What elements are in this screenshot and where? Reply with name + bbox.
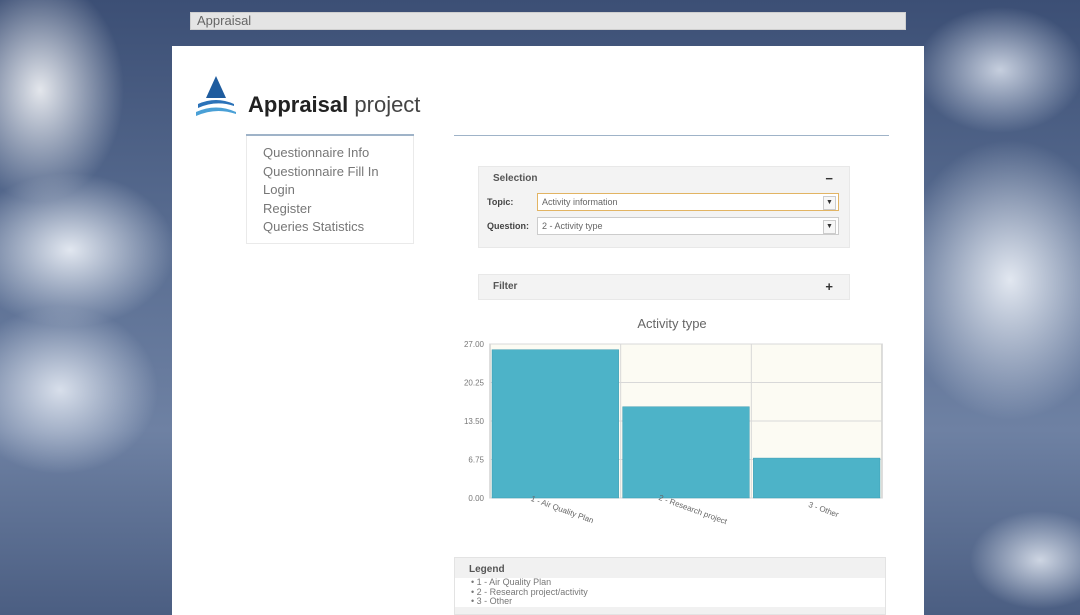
legend-item: 3 - Other <box>471 596 885 607</box>
y-tick-label: 20.25 <box>464 379 485 388</box>
filter-header[interactable]: Filter + <box>479 275 849 299</box>
brand-name-bold: Appraisal <box>248 92 349 117</box>
y-tick-label: 0.00 <box>468 494 484 503</box>
legend-panel: Legend 1 - Air Quality Plan 2 - Research… <box>454 557 886 615</box>
topic-select-value: Activity information <box>542 197 618 207</box>
nav-item-questionnaire-fill-in[interactable]: Questionnaire Fill In <box>247 163 413 182</box>
brand-name: Appraisal project <box>248 92 420 118</box>
logo-icon <box>196 76 236 116</box>
sidebar-nav: Questionnaire Info Questionnaire Fill In… <box>246 134 414 244</box>
question-label: Question: <box>487 221 529 231</box>
bar <box>622 406 750 499</box>
legend-item: 2 - Research project/activity <box>471 587 885 598</box>
question-select[interactable]: 2 - Activity type ▼ <box>537 217 839 235</box>
question-select-value: 2 - Activity type <box>542 221 603 231</box>
window-title-bar: Appraisal <box>190 12 906 30</box>
filter-title: Filter <box>493 281 518 292</box>
logo[interactable]: Appraisal project <box>192 72 442 122</box>
selection-panel: Selection − Topic: Activity information … <box>478 166 850 248</box>
x-tick-label: 1 - Air Quality Plan <box>530 494 595 525</box>
window-title: Appraisal <box>197 13 252 28</box>
main-panel: Appraisal project Questionnaire Info Que… <box>172 46 924 615</box>
y-tick-label: 27.00 <box>464 340 485 349</box>
filter-panel: Filter + <box>478 274 850 300</box>
legend-title: Legend <box>469 564 505 575</box>
topic-label: Topic: <box>487 197 514 207</box>
chevron-down-icon[interactable]: ▼ <box>823 220 836 234</box>
y-tick-label: 13.50 <box>464 417 485 426</box>
nav-item-queries-statistics[interactable]: Queries Statistics <box>247 218 413 237</box>
x-tick-label: 3 - Other <box>807 500 840 519</box>
bar <box>491 349 619 499</box>
nav-item-questionnaire-info[interactable]: Questionnaire Info <box>247 144 413 163</box>
topic-select[interactable]: Activity information ▼ <box>537 193 839 211</box>
bar-chart: Activity type 0.00 6.75 13.50 20.25 27.00 1 -… <box>452 312 892 552</box>
selection-header[interactable]: Selection − <box>479 167 849 191</box>
brand-name-light: project <box>354 92 421 117</box>
chevron-down-icon[interactable]: ▼ <box>823 196 836 210</box>
header-divider <box>454 135 889 136</box>
chart-title: Activity type <box>637 316 707 331</box>
chart-svg: 0.00 6.75 13.50 20.25 27.00 1 - Air Quality P… <box>464 340 883 526</box>
y-tick-label: 6.75 <box>468 456 484 465</box>
bar <box>753 457 881 499</box>
nav-item-login[interactable]: Login <box>247 181 413 200</box>
expand-icon[interactable]: + <box>825 275 833 299</box>
question-row: Question: 2 - Activity type ▼ <box>479 215 849 239</box>
nav-item-register[interactable]: Register <box>247 200 413 219</box>
selection-title: Selection <box>493 173 538 184</box>
topic-row: Topic: Activity information ▼ <box>479 191 849 215</box>
collapse-icon[interactable]: − <box>825 167 833 191</box>
